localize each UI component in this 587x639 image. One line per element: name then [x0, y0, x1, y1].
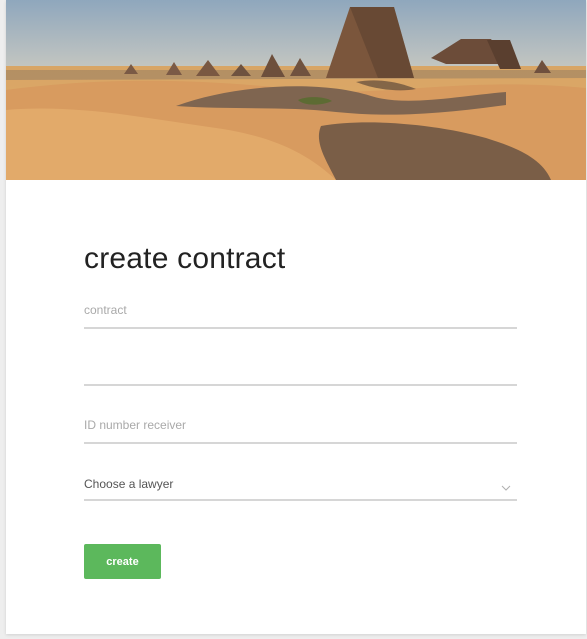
lawyer-select[interactable]: Choose a lawyer: [84, 470, 517, 501]
page-title: create contract: [84, 242, 286, 275]
contract-input[interactable]: [84, 297, 517, 327]
unlabeled-field-wrapper: [84, 356, 517, 386]
create-button[interactable]: create: [84, 544, 161, 579]
id-receiver-field-wrapper: [84, 412, 517, 444]
desert-pyramids-image: [6, 0, 586, 180]
unlabeled-input[interactable]: [84, 356, 517, 384]
lawyer-select-value: Choose a lawyer: [84, 477, 174, 491]
create-contract-card: create contract Choose a lawyer create: [6, 0, 586, 634]
contract-field-wrapper: [84, 297, 517, 329]
chevron-down-icon: [501, 479, 511, 491]
id-number-receiver-input[interactable]: [84, 412, 517, 442]
